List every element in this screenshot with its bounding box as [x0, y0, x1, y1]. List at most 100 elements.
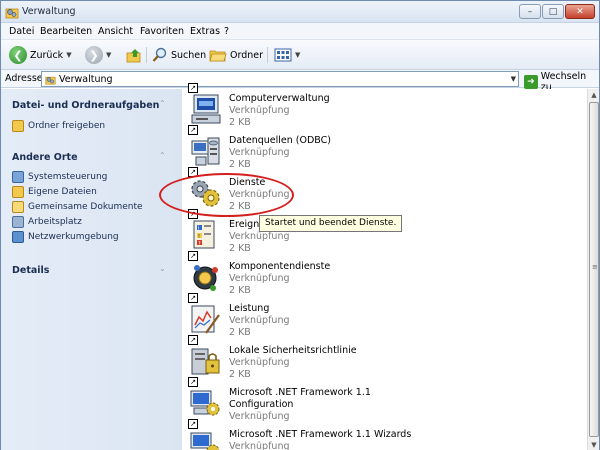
file-type: Verknüpfung	[229, 231, 290, 242]
up-folder-button[interactable]	[126, 46, 142, 64]
file-size: 2 KB	[229, 369, 251, 380]
scroll-down-icon[interactable]: ▼	[588, 439, 600, 450]
admin-tools-folder-icon	[45, 76, 56, 85]
scrollbar-thumb[interactable]: ≡	[589, 102, 599, 437]
menu-ansicht[interactable]: Ansicht	[98, 26, 133, 37]
collapse-chevron-icon[interactable]: ⌃	[159, 99, 166, 108]
file-name: Leistung	[229, 303, 270, 314]
address-value: Verwaltung	[59, 74, 113, 85]
file-type: Verknüpfung	[229, 147, 290, 158]
title-bar[interactable]: Verwaltung – □ ✕	[1, 1, 599, 23]
explorer-window: Verwaltung – □ ✕ Datei Bearbeiten Ansich…	[0, 0, 600, 450]
folders-button[interactable]: Ordner	[209, 46, 263, 64]
file-type: Verknüpfung	[229, 441, 290, 450]
scroll-up-icon[interactable]: ▲	[588, 89, 600, 101]
dotnet-wizards-icon	[190, 432, 220, 450]
forward-button[interactable]: ❯ ▼	[85, 46, 111, 64]
network-places-icon	[12, 231, 24, 243]
vertical-scrollbar[interactable]: ▲ ≡ ▼	[587, 89, 599, 450]
computer-management-icon	[191, 94, 221, 124]
file-size: 2 KB	[229, 159, 251, 170]
address-input[interactable]: Verwaltung ▼	[41, 71, 519, 87]
control-panel-icon	[12, 171, 24, 183]
my-documents-icon	[12, 186, 24, 198]
place-my-documents[interactable]: Eigene Dateien	[12, 186, 97, 198]
grip-icon: ≡	[592, 263, 598, 271]
file-size: 2 KB	[229, 117, 251, 128]
security-policy-icon	[191, 348, 220, 375]
views-icon	[274, 48, 292, 62]
share-folder-icon	[12, 120, 24, 132]
caption-buttons: – □ ✕	[519, 4, 595, 19]
back-label: Zurück	[30, 49, 64, 61]
shortcut-arrow-icon: ↗	[188, 419, 198, 429]
folders-label: Ordner	[230, 49, 264, 61]
file-size: 2 KB	[229, 285, 251, 296]
address-dropdown-icon[interactable]: ▼	[511, 75, 516, 83]
file-name: Datenquellen (ODBC)	[229, 135, 331, 146]
search-button[interactable]: Suchen	[152, 46, 206, 64]
shortcut-arrow-icon: ↗	[188, 377, 198, 387]
place-label: Systemsteuerung	[28, 172, 108, 182]
menu-help[interactable]: ?	[224, 26, 229, 37]
place-my-computer[interactable]: Arbeitsplatz	[12, 216, 82, 228]
file-type: Verknüpfung	[229, 411, 290, 422]
up-folder-icon	[126, 49, 141, 63]
file-name: Computerverwaltung	[229, 93, 330, 104]
views-dropdown-icon[interactable]: ▼	[295, 51, 300, 59]
minimize-button[interactable]: –	[519, 4, 541, 19]
collapse-chevron-icon[interactable]: ⌃	[159, 151, 166, 160]
dotnet-config-icon	[190, 390, 220, 416]
place-label: Gemeinsame Dokumente	[28, 202, 143, 212]
menu-bar: Datei Bearbeiten Ansicht Favoriten Extra…	[1, 23, 599, 40]
section-title-details[interactable]: Details	[12, 265, 49, 276]
task-pane: Datei- und Ordneraufgaben ⌃ Ordner freig…	[1, 89, 182, 450]
forward-arrow-icon: ❯	[85, 46, 103, 64]
menu-datei[interactable]: Datei	[9, 26, 34, 37]
svg-text:!: !	[198, 234, 200, 240]
file-name: Lokale Sicherheitsrichtlinie	[229, 345, 357, 356]
maximize-button[interactable]: □	[542, 4, 564, 19]
file-list: ↗ Computerverwaltung Verknüpfung 2 KB ↗ …	[182, 83, 587, 450]
back-arrow-icon: ❮	[9, 46, 27, 64]
section-title-file-tasks[interactable]: Datei- und Ordneraufgaben	[12, 100, 159, 111]
file-name: Komponentendienste	[229, 261, 331, 272]
menu-bearbeiten[interactable]: Bearbeiten	[40, 26, 92, 37]
shortcut-arrow-icon: ↗	[188, 335, 198, 345]
tooltip: Startet und beendet Dienste.	[259, 215, 403, 232]
search-label: Suchen	[171, 49, 207, 61]
odbc-icon	[191, 137, 220, 166]
expand-chevron-icon[interactable]: ⌄	[159, 264, 166, 273]
address-label: Adresse	[5, 73, 43, 84]
performance-icon	[191, 305, 220, 334]
back-button[interactable]: ❮ Zurück ▼	[9, 46, 72, 64]
place-control-panel[interactable]: Systemsteuerung	[12, 171, 107, 183]
file-type: Verknüpfung	[229, 273, 290, 284]
task-share-folder[interactable]: Ordner freigeben	[12, 120, 105, 132]
file-type: Verknüpfung	[229, 105, 290, 116]
task-label: Ordner freigeben	[28, 121, 106, 131]
forward-dropdown-icon[interactable]: ▼	[106, 51, 111, 59]
views-button[interactable]: ▼	[274, 46, 300, 64]
menu-favoriten[interactable]: Favoriten	[140, 26, 184, 37]
shared-documents-icon	[12, 201, 24, 213]
section-title-other-places[interactable]: Andere Orte	[12, 152, 78, 163]
toolbar-separator	[267, 47, 268, 63]
highlight-circle	[159, 173, 294, 217]
file-type: Verknüpfung	[229, 357, 290, 368]
shortcut-arrow-icon: ↗	[188, 293, 198, 303]
go-arrow-icon: ➜	[524, 75, 538, 89]
shortcut-arrow-icon: ↗	[188, 125, 198, 135]
admin-tools-folder-icon	[5, 8, 19, 19]
back-dropdown-icon[interactable]: ▼	[66, 51, 71, 59]
place-shared-documents[interactable]: Gemeinsame Dokumente	[12, 201, 143, 213]
menu-extras[interactable]: Extras	[190, 26, 220, 37]
window-title: Verwaltung	[22, 6, 76, 17]
shortcut-arrow-icon: ↗	[188, 83, 198, 93]
place-label: Netzwerkumgebung	[28, 232, 119, 242]
close-button[interactable]: ✕	[565, 4, 595, 19]
place-network[interactable]: Netzwerkumgebung	[12, 231, 119, 243]
toolbar-separator	[146, 47, 147, 63]
my-computer-icon	[12, 216, 24, 228]
svg-text:i: i	[198, 226, 199, 232]
